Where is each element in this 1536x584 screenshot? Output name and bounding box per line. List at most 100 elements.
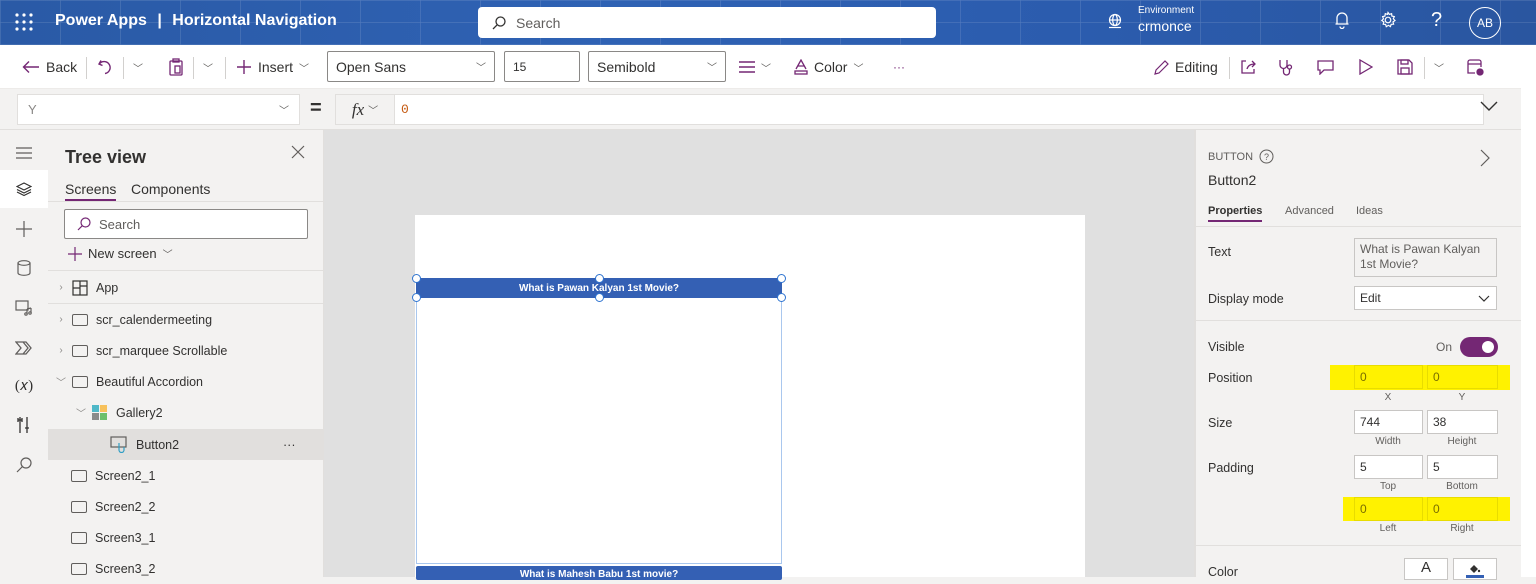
- color-button[interactable]: Color ﹀: [794, 45, 863, 89]
- search-icon[interactable]: [0, 446, 48, 484]
- resize-handle[interactable]: [595, 274, 604, 283]
- visible-toggle[interactable]: [1460, 337, 1499, 357]
- collapse-chevron-right-icon[interactable]: [1480, 149, 1490, 167]
- design-canvas[interactable]: What is Pawan Kalyan 1st Movie? What is …: [324, 130, 1194, 580]
- share-button[interactable]: [1240, 45, 1257, 89]
- help-circle-icon[interactable]: ?: [1259, 149, 1274, 164]
- insert-plus-icon[interactable]: [0, 210, 48, 248]
- font-weight-dropdown[interactable]: Semibold ﹀: [588, 51, 726, 82]
- tree-view-title: Tree view: [65, 147, 147, 167]
- tree-item-screen[interactable]: Screen2_2: [48, 491, 324, 522]
- function-button[interactable]: fx ﹀: [335, 94, 395, 125]
- padding-left-input[interactable]: 0: [1354, 497, 1423, 521]
- chevron-down-icon: ﹀: [476, 63, 486, 74]
- position-y-input[interactable]: 0: [1427, 365, 1498, 389]
- undo-dropdown-chevron-icon[interactable]: ﹀: [133, 45, 143, 89]
- tree-item-screen[interactable]: › scr_calendermeeting: [48, 304, 324, 335]
- tab-properties[interactable]: Properties: [1208, 205, 1263, 222]
- insert-button[interactable]: Insert ﹀: [236, 45, 309, 89]
- screen-icon: [72, 375, 88, 388]
- resize-handle[interactable]: [777, 293, 786, 302]
- chevron-right-icon[interactable]: ›: [54, 314, 68, 325]
- back-button[interactable]: Back: [22, 45, 77, 89]
- padding-bottom-input[interactable]: 5: [1427, 455, 1498, 479]
- paste-dropdown-chevron-icon[interactable]: ﹀: [203, 45, 213, 89]
- data-cylinder-icon[interactable]: [0, 249, 48, 287]
- tree-item-screen[interactable]: › scr_marquee Scrollable: [48, 335, 324, 366]
- button-control[interactable]: What is Mahesh Babu 1st movie?: [416, 566, 782, 580]
- tab-components[interactable]: Components: [131, 181, 210, 197]
- resize-handle[interactable]: [777, 274, 786, 283]
- save-disk-icon: [1397, 59, 1413, 75]
- hamburger-menu-icon[interactable]: [0, 134, 48, 172]
- tree-item-screen[interactable]: ﹀ Beautiful Accordion: [48, 366, 324, 397]
- editing-label: Editing: [1175, 59, 1218, 75]
- property-selector-dropdown[interactable]: Y ﹀: [17, 94, 300, 125]
- width-input[interactable]: 744: [1354, 410, 1423, 434]
- padding-top-input[interactable]: 5: [1354, 455, 1423, 479]
- publish-button[interactable]: [1467, 45, 1484, 89]
- display-mode-dropdown[interactable]: Edit: [1354, 286, 1497, 310]
- user-avatar[interactable]: AB: [1469, 7, 1501, 39]
- app-screen[interactable]: What is Pawan Kalyan 1st Movie? What is …: [412, 215, 1085, 580]
- resize-handle[interactable]: [412, 293, 421, 302]
- chevron-right-icon[interactable]: ›: [54, 345, 68, 356]
- tree-search-input[interactable]: Search: [64, 209, 308, 239]
- variables-icon[interactable]: (𝑥): [0, 367, 48, 405]
- more-options-button[interactable]: ···: [893, 45, 905, 89]
- media-icon[interactable]: [0, 289, 48, 327]
- power-automate-icon[interactable]: [0, 329, 48, 367]
- chevron-down-icon: ﹀: [279, 106, 289, 117]
- screen-icon: [72, 313, 88, 326]
- tree-item-screen[interactable]: Screen2_1: [48, 460, 324, 491]
- font-size-input[interactable]: 15: [504, 51, 580, 82]
- environment-globe-icon[interactable]: [1107, 13, 1123, 29]
- new-screen-button[interactable]: New screen ﹀: [68, 246, 173, 261]
- page-scrollbar[interactable]: [1521, 45, 1536, 577]
- paste-button[interactable]: [168, 45, 184, 89]
- advanced-tools-icon[interactable]: [0, 406, 48, 444]
- app-launcher-icon[interactable]: [14, 12, 34, 32]
- chevron-right-icon[interactable]: ›: [54, 282, 68, 293]
- save-dropdown-chevron-icon[interactable]: ﹀: [1434, 45, 1444, 89]
- padding-right-input[interactable]: 0: [1427, 497, 1498, 521]
- product-name[interactable]: Power Apps: [55, 12, 147, 29]
- tab-advanced[interactable]: Advanced: [1285, 205, 1334, 217]
- formula-input[interactable]: 0: [394, 94, 1484, 125]
- settings-gear-icon[interactable]: [1379, 11, 1397, 29]
- position-x-input[interactable]: 0: [1354, 365, 1423, 389]
- tree-view-layers-icon[interactable]: [0, 170, 48, 208]
- tree-item-screen[interactable]: Screen3_1: [48, 522, 324, 553]
- text-align-button[interactable]: ﹀: [739, 45, 771, 89]
- expand-formula-chevron-icon[interactable]: [1480, 101, 1498, 111]
- editing-mode-button[interactable]: Editing: [1154, 45, 1218, 89]
- tab-ideas[interactable]: Ideas: [1356, 205, 1383, 217]
- preview-play-button[interactable]: [1359, 45, 1373, 89]
- chevron-down-icon[interactable]: ﹀: [54, 374, 68, 389]
- notification-bell-icon[interactable]: [1334, 11, 1350, 29]
- font-family-dropdown[interactable]: Open Sans ﹀: [327, 51, 495, 82]
- help-icon[interactable]: ?: [1431, 9, 1442, 32]
- chevron-down-icon: ﹀: [707, 63, 717, 74]
- tab-screens[interactable]: Screens: [65, 181, 117, 201]
- text-property-input[interactable]: What is Pawan Kalyan 1st Movie?: [1354, 238, 1497, 277]
- control-name[interactable]: Button2: [1208, 172, 1256, 188]
- more-options-button[interactable]: ···: [283, 438, 296, 452]
- comments-button[interactable]: [1317, 45, 1334, 89]
- tree-item-screen[interactable]: Screen3_2: [48, 553, 324, 584]
- padding-right-value: 0: [1433, 502, 1440, 516]
- close-icon[interactable]: [291, 145, 305, 159]
- save-button[interactable]: [1397, 45, 1413, 89]
- tree-item-gallery[interactable]: ﹀ Gallery2: [48, 397, 324, 428]
- tree-item-button-selected[interactable]: Button2 ···: [48, 429, 324, 460]
- app-checker-button[interactable]: [1278, 45, 1294, 89]
- tree-item-app[interactable]: › App: [48, 272, 324, 303]
- undo-button[interactable]: [97, 45, 113, 89]
- gallery-control[interactable]: [416, 299, 782, 564]
- height-input[interactable]: 38: [1427, 410, 1498, 434]
- resize-handle[interactable]: [412, 274, 421, 283]
- resize-handle[interactable]: [595, 293, 604, 302]
- global-search-input[interactable]: Search: [478, 7, 936, 38]
- chevron-down-icon[interactable]: ﹀: [74, 405, 88, 420]
- environment-name[interactable]: crmonce: [1138, 18, 1192, 34]
